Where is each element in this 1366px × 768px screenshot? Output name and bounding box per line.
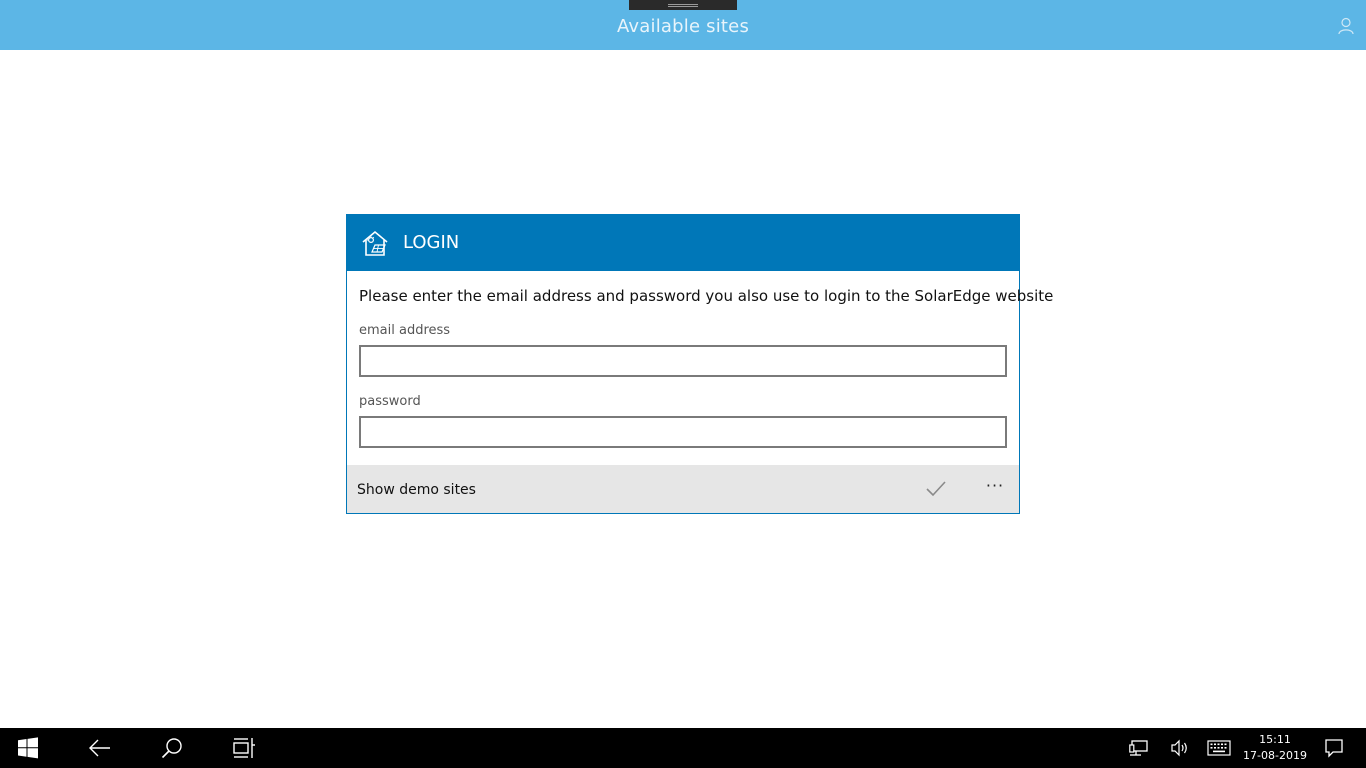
more-options-button[interactable]: ··· — [981, 475, 1009, 501]
taskbar: 15:11 17-08-2019 — [0, 728, 1366, 768]
clock-date: 17-08-2019 — [1243, 749, 1307, 762]
checkmark-icon — [926, 481, 946, 497]
touch-keyboard-button[interactable] — [1196, 728, 1242, 768]
app-window: Available sites LOGIN Please enter the e… — [0, 0, 1366, 768]
clock-time: 15:11 — [1259, 733, 1291, 746]
show-demo-sites-link[interactable]: Show demo sites — [357, 482, 476, 498]
search-icon — [161, 738, 182, 759]
touch-keyboard-icon — [1207, 740, 1231, 756]
window-drag-handle[interactable] — [629, 0, 737, 10]
back-button[interactable] — [76, 728, 124, 768]
network-button[interactable] — [1116, 728, 1162, 768]
volume-icon — [1171, 739, 1187, 757]
action-center-button[interactable] — [1312, 728, 1356, 768]
page-title: Available sites — [616, 16, 750, 37]
windows-start-icon — [18, 737, 38, 759]
task-view-button[interactable] — [220, 728, 268, 768]
login-dialog-header: LOGIN — [347, 215, 1019, 271]
password-field[interactable] — [359, 416, 1007, 448]
user-icon — [1338, 17, 1354, 35]
grip-line — [668, 4, 698, 5]
grip-line — [668, 6, 698, 7]
login-title: LOGIN — [403, 232, 460, 253]
search-button[interactable] — [148, 728, 196, 768]
password-label: password — [359, 394, 421, 409]
login-dialog: LOGIN Please enter the email address and… — [346, 214, 1053, 514]
login-command-bar: Show demo sites ··· — [347, 465, 1019, 513]
login-instructions: Please enter the email address and passw… — [359, 287, 1054, 305]
back-arrow-icon — [89, 739, 110, 757]
start-button[interactable] — [4, 728, 52, 768]
solar-house-icon — [360, 228, 390, 258]
task-view-icon — [233, 738, 255, 758]
email-label: email address — [359, 323, 451, 338]
confirm-login-button[interactable] — [923, 477, 949, 501]
email-field[interactable] — [359, 345, 1007, 377]
action-center-icon — [1325, 739, 1343, 758]
taskbar-clock[interactable]: 15:11 17-08-2019 — [1238, 732, 1312, 764]
user-account-button[interactable] — [1336, 16, 1356, 36]
network-icon — [1129, 740, 1148, 756]
title-bar: Available sites — [0, 0, 1366, 50]
